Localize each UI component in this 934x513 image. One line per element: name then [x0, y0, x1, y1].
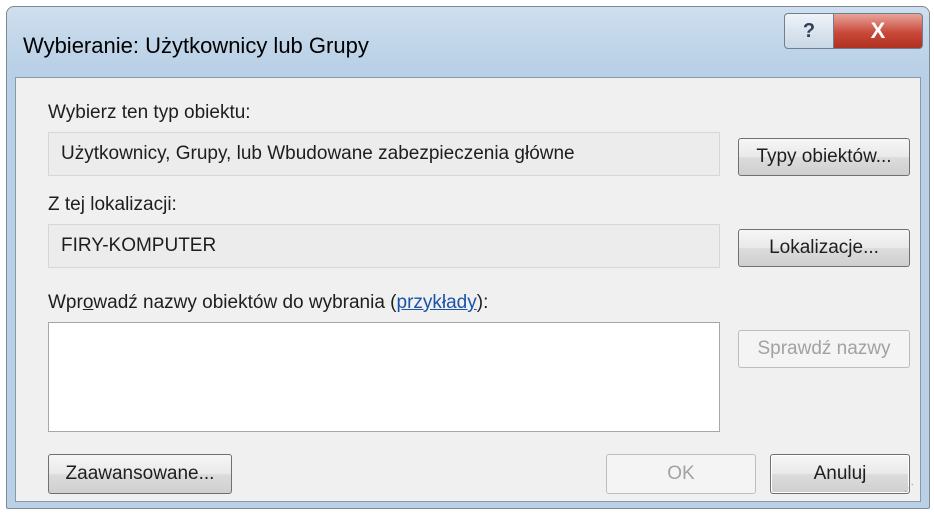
object-names-label: Wprowadź nazwy obiektów do wybrania (prz… [48, 292, 488, 314]
help-button[interactable]: ? [784, 13, 834, 49]
dialog-window: Wybieranie: Użytkownicy lub Grupy ? X Wy… [6, 6, 930, 509]
object-names-label-middle: wadź nazwy obiektów do wybrania ( [93, 292, 397, 313]
object-names-input[interactable] [48, 322, 720, 432]
locations-button[interactable]: Lokalizacje... [738, 229, 910, 267]
window-title: Wybieranie: Użytkownicy lub Grupy [23, 33, 369, 58]
object-types-button[interactable]: Typy obiektów... [738, 138, 910, 176]
object-names-label-suffix: ): [476, 292, 489, 313]
close-icon: X [870, 18, 886, 43]
location-field: FIRY-KOMPUTER [48, 224, 720, 268]
object-names-label-prefix: Wpr [48, 292, 83, 313]
resize-grip-icon[interactable]: ⋰ [904, 484, 918, 499]
object-names-label-accelerator: o [82, 292, 94, 313]
dialog-body: Wybierz ten typ obiektu: Użytkownicy, Gr… [15, 77, 921, 502]
cancel-button[interactable]: Anuluj [770, 454, 910, 494]
object-type-field: Użytkownicy, Grupy, lub Wbudowane zabezp… [48, 132, 720, 176]
title-bar[interactable]: Wybieranie: Użytkownicy lub Grupy ? X [7, 7, 929, 77]
location-label: Z tej lokalizacji: [48, 194, 177, 215]
advanced-button[interactable]: Zaawansowane... [48, 454, 232, 494]
ok-button[interactable]: OK [606, 454, 756, 494]
help-icon: ? [802, 19, 816, 42]
examples-link[interactable]: przykłady [397, 292, 477, 313]
check-names-button[interactable]: Sprawdź nazwy [738, 330, 910, 368]
object-type-label: Wybierz ten typ obiektu: [48, 102, 251, 123]
close-button[interactable]: X [833, 13, 923, 49]
